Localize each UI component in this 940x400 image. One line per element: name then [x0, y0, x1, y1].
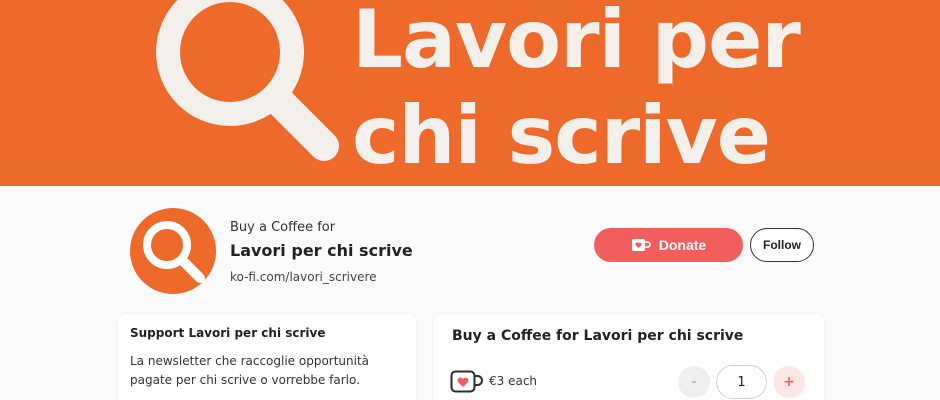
- coffee-cup-icon: [631, 239, 651, 251]
- quantity-input[interactable]: [716, 365, 767, 399]
- donate-button[interactable]: Donate: [594, 228, 743, 262]
- page-title: Lavori per chi scrive: [230, 241, 413, 260]
- support-card-description: La newsletter che raccoglie opportunità …: [130, 354, 370, 387]
- price-label: €3 each: [489, 374, 538, 388]
- coffee-cup-heart-icon: [450, 370, 483, 393]
- increase-quantity-button[interactable]: +: [773, 366, 805, 398]
- support-card: Support Lavori per chi scrive La newslet…: [118, 314, 416, 400]
- banner-title-line-2: chi scrive: [352, 89, 771, 182]
- page-pretitle: Buy a Coffee for: [230, 220, 336, 235]
- decrease-quantity-button[interactable]: -: [678, 366, 710, 398]
- magnifier-icon: [156, 0, 339, 161]
- magnifier-icon: [143, 221, 205, 283]
- banner-title-line-1: Lavori per: [352, 0, 801, 86]
- follow-button[interactable]: Follow: [750, 228, 814, 262]
- support-card-title: Support Lavori per chi scrive: [130, 326, 326, 340]
- coffee-card-title: Buy a Coffee for Lavori per chi scrive: [452, 328, 744, 344]
- header-banner: Lavori per chi scrive: [0, 0, 940, 186]
- page-url[interactable]: ko-fi.com/lavori_scrivere: [230, 270, 377, 284]
- avatar[interactable]: [130, 208, 216, 294]
- donate-label: Donate: [658, 237, 707, 253]
- banner-title: Lavori per chi scrive: [352, 0, 801, 184]
